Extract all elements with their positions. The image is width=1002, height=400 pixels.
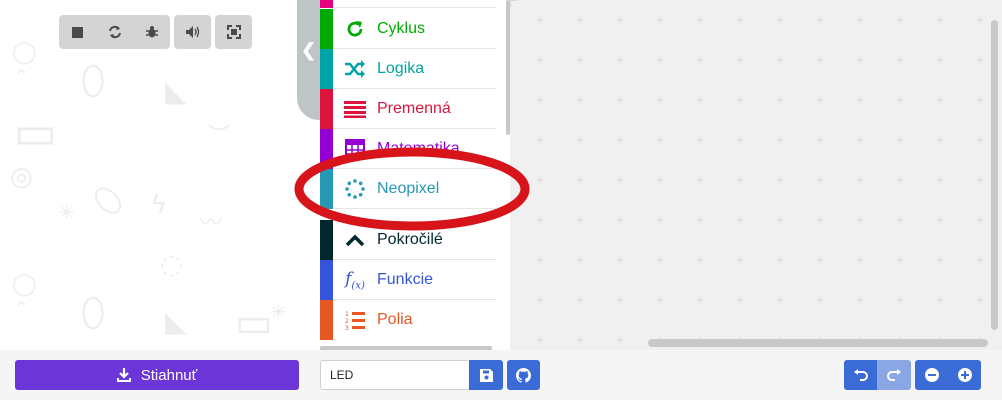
simulator-pane: ◯ ⌃ ⬭ ◣ ▭ ︶ ◎ ⬭ ϟ 〰 ✳ ◌ ◯ ⬭ ◣ ⌃ ▭ ✳ bbox=[0, 0, 318, 350]
loop-icon bbox=[347, 21, 363, 37]
download-label: Stiahnuť bbox=[140, 366, 198, 384]
volume-icon bbox=[185, 26, 199, 38]
blocks-workspace[interactable] bbox=[510, 0, 1002, 350]
redo-icon bbox=[887, 369, 901, 381]
toolbox-category-neopixel[interactable]: Neopixel bbox=[320, 169, 496, 209]
category-color-stripe bbox=[320, 0, 333, 8]
category-color-stripe bbox=[320, 9, 333, 49]
category-label: Neopixel bbox=[377, 180, 440, 197]
category-label: Matematika bbox=[377, 140, 460, 157]
fullscreen-icon bbox=[226, 25, 241, 39]
undo-icon bbox=[853, 369, 868, 381]
download-icon bbox=[116, 368, 131, 382]
shuffle-icon bbox=[345, 60, 365, 78]
save-icon bbox=[479, 368, 493, 382]
decor-spark-icon: ✳ bbox=[58, 200, 75, 224]
decor-wave-icon: 〰 bbox=[200, 211, 223, 236]
decor-pill-icon: ⬭ bbox=[70, 63, 117, 99]
toolbox-category-top[interactable] bbox=[320, 0, 496, 8]
variable-icon bbox=[344, 101, 366, 118]
svg-text:1: 1 bbox=[345, 311, 349, 318]
toolbox-category-logika[interactable]: Logika bbox=[320, 49, 496, 89]
calculator-icon bbox=[345, 139, 365, 159]
category-label: Premenná bbox=[377, 100, 451, 117]
zoom-out-icon bbox=[924, 368, 939, 382]
category-label: Pokročilé bbox=[377, 231, 443, 248]
chevron-up-icon bbox=[345, 234, 365, 247]
decor-caret-icon: ⌃ bbox=[14, 66, 30, 87]
category-color-stripe bbox=[320, 129, 333, 169]
decor-caret-icon: ⌃ bbox=[14, 298, 30, 319]
bug-icon bbox=[145, 26, 158, 38]
chevron-left-icon: ❮ bbox=[301, 40, 317, 60]
toolbox: Cyklus Logika Premenná Matematika Neopix… bbox=[320, 0, 510, 350]
category-label: Polia bbox=[377, 311, 413, 328]
restart-button[interactable] bbox=[96, 15, 133, 49]
zoom-in-button[interactable] bbox=[948, 360, 981, 390]
category-color-stripe bbox=[320, 49, 333, 89]
redo-button[interactable] bbox=[877, 360, 911, 390]
zoom-in-icon bbox=[957, 368, 972, 382]
simulator-controls-group bbox=[59, 15, 170, 49]
toolbox-category-cyklus[interactable]: Cyklus bbox=[320, 9, 496, 49]
decor-circle-icon: ◯ bbox=[12, 272, 37, 297]
simulator-toolbar bbox=[59, 15, 252, 49]
collapse-simulator-button[interactable]: ❮ bbox=[297, 0, 321, 120]
decor-circle-icon: ◯ bbox=[12, 40, 37, 65]
fullscreen-button[interactable] bbox=[215, 15, 252, 49]
list-icon: 123 bbox=[345, 311, 365, 330]
project-name-input[interactable] bbox=[320, 360, 468, 390]
category-label: Cyklus bbox=[377, 20, 426, 37]
function-icon: f(x) bbox=[345, 268, 365, 292]
category-color-stripe bbox=[320, 300, 333, 340]
workspace-horizontal-scrollbar[interactable] bbox=[648, 339, 988, 347]
github-button[interactable] bbox=[507, 360, 540, 390]
category-color-stripe bbox=[320, 89, 333, 129]
download-button[interactable]: Stiahnuť bbox=[15, 360, 299, 390]
save-button[interactable] bbox=[469, 360, 503, 390]
category-label: Funkcie bbox=[377, 271, 434, 288]
stop-icon bbox=[72, 26, 83, 38]
category-color-stripe bbox=[320, 260, 333, 300]
category-label: Logika bbox=[377, 60, 425, 77]
decor-bolt-icon: ϟ bbox=[150, 190, 168, 220]
svg-text:2: 2 bbox=[345, 318, 349, 325]
decor-board-icon: ▭ bbox=[14, 105, 58, 159]
zoom-out-button[interactable] bbox=[915, 360, 948, 390]
toolbox-category-premenna[interactable]: Premenná bbox=[320, 89, 496, 129]
decor-spark-icon: ✳ bbox=[270, 300, 287, 324]
workspace-grid bbox=[510, 0, 1002, 350]
neopixel-icon bbox=[345, 179, 365, 199]
undo-button[interactable] bbox=[844, 360, 877, 390]
decor-board-icon: ▭ bbox=[235, 300, 273, 346]
sound-group bbox=[174, 15, 211, 49]
decor-triangle-icon: ◣ bbox=[165, 75, 187, 108]
github-icon bbox=[516, 367, 531, 383]
toolbox-category-polia[interactable]: 123 Polia bbox=[320, 300, 496, 340]
category-color-stripe bbox=[320, 220, 333, 260]
decor-wave-icon: ︶ bbox=[208, 124, 231, 149]
decor-pill-icon: ⬭ bbox=[81, 173, 136, 228]
decor-ring-icon: ◌ bbox=[160, 250, 183, 280]
toolbox-category-pokrocile[interactable]: Pokročilé bbox=[320, 220, 496, 260]
svg-text:3: 3 bbox=[345, 325, 349, 330]
toolbox-category-funkcie[interactable]: f(x) Funkcie bbox=[320, 260, 496, 300]
sound-button[interactable] bbox=[174, 15, 211, 49]
decor-triangle-icon: ◣ bbox=[165, 305, 187, 338]
fullscreen-group bbox=[215, 15, 252, 49]
toolbox-category-matematika[interactable]: Matematika bbox=[320, 129, 496, 169]
stop-button[interactable] bbox=[59, 15, 96, 49]
decor-pill-icon: ⬭ bbox=[70, 295, 117, 331]
restart-icon bbox=[108, 25, 121, 39]
debug-button[interactable] bbox=[133, 15, 170, 49]
decor-target-icon: ◎ bbox=[10, 162, 33, 192]
category-color-stripe bbox=[320, 169, 333, 209]
workspace-vertical-scrollbar[interactable] bbox=[991, 20, 998, 330]
